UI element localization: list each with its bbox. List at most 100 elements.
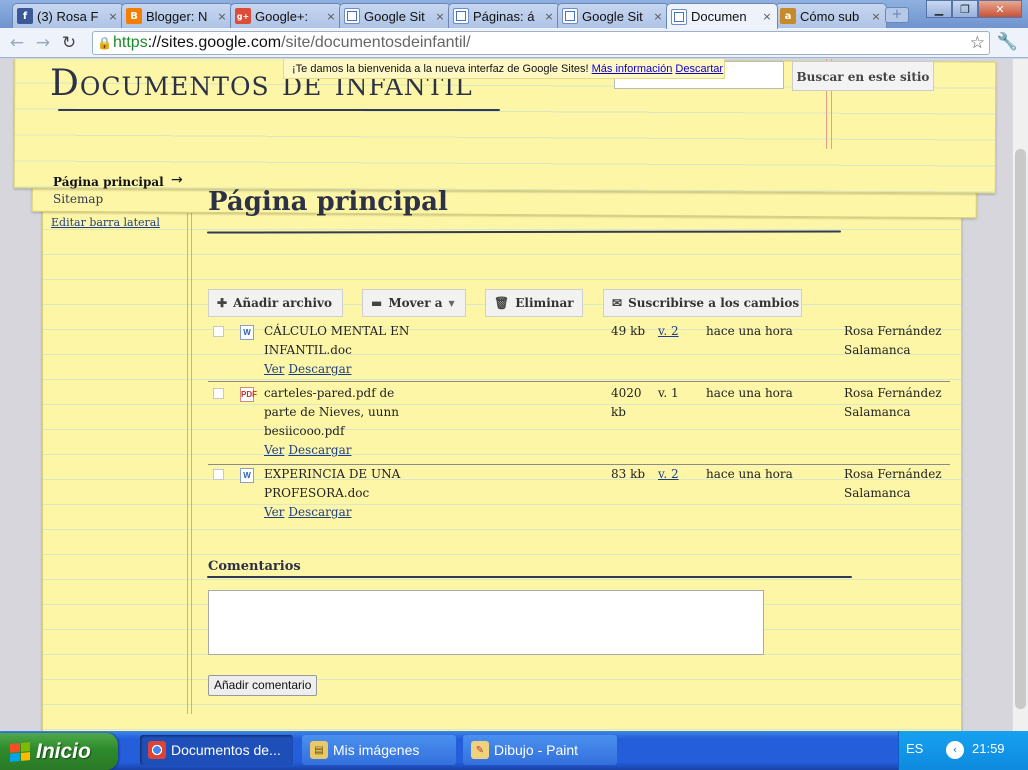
tab-label: Google Sit: [364, 8, 425, 24]
add-file-button[interactable]: ✚ Añadir archivo: [208, 289, 343, 317]
back-button[interactable]: ←: [4, 30, 30, 56]
tab-label: (3) Rosa F: [37, 8, 99, 24]
version-link[interactable]: v. 2: [658, 322, 679, 341]
more-info-link[interactable]: Más información: [592, 63, 673, 75]
taskbar-item-mis-imagenes[interactable]: ▤ Mis imágenes: [302, 735, 456, 765]
word-document-icon: W: [240, 325, 254, 340]
file-actions: Ver Descargar: [264, 441, 424, 460]
file-name[interactable]: CÁLCULO MENTAL EN INFANTIL.doc: [264, 322, 434, 360]
sidebar-item-label: Página principal: [53, 175, 164, 189]
vertical-scrollbar[interactable]: [1012, 59, 1028, 731]
tab-close-icon[interactable]: ×: [761, 10, 773, 23]
tab-google-plus[interactable]: g+ Google+: ×: [230, 3, 342, 28]
modified-time: hace una hora: [706, 467, 793, 481]
move-to-button[interactable]: ▬ Mover a ▼: [362, 289, 466, 317]
file-name-cell: EXPERINCIA DE UNA PROFESORA.doc Ver Desca…: [264, 465, 434, 522]
restore-icon: ❐: [960, 2, 970, 16]
chevron-down-icon: ▼: [448, 298, 455, 308]
view-link[interactable]: Ver: [264, 362, 284, 376]
close-icon: ✕: [995, 2, 1005, 16]
view-link[interactable]: Ver: [264, 443, 284, 457]
move-to-label: Mover a: [388, 296, 443, 310]
tab-documentos-active[interactable]: Documen ×: [666, 3, 778, 29]
comments-heading: Comentarios: [208, 559, 301, 574]
page-viewport: Documentos de infantil Buscar en este si…: [0, 59, 1012, 731]
view-link[interactable]: Ver: [264, 505, 284, 519]
language-indicator[interactable]: ES: [906, 741, 923, 756]
file-checkbox[interactable]: [213, 326, 224, 337]
site-search-button[interactable]: Buscar en este sitio: [792, 61, 934, 91]
download-link[interactable]: Descargar: [288, 443, 351, 457]
plus-icon: ✚: [217, 296, 228, 310]
welcome-notice-text: ¡Te damos la bienvenida a la nueva inter…: [292, 63, 589, 75]
file-author: Rosa Fernández Salamanca: [844, 324, 942, 357]
window-controls: ▁ ❐ ✕: [926, 0, 1022, 18]
pdf-document-icon: PDF: [240, 387, 257, 402]
comments-underline: [207, 576, 852, 578]
page-title: Página principal: [208, 187, 448, 217]
sidebar-item-sitemap[interactable]: Sitemap: [53, 192, 193, 209]
tab-close-icon[interactable]: ×: [870, 10, 882, 23]
add-comment-button[interactable]: Añadir comentario: [208, 675, 318, 696]
bookmark-star-icon[interactable]: ☆: [970, 33, 985, 53]
url-path: /site/documentosdeinfantil/: [281, 34, 471, 51]
file-size: 4020 kb: [611, 386, 642, 419]
forward-button[interactable]: →: [30, 30, 56, 56]
subscribe-button[interactable]: ✉ Suscribirse a los cambios: [603, 289, 802, 317]
version-link[interactable]: v. 2: [658, 465, 679, 484]
google-plus-icon: g+: [235, 8, 251, 24]
maximize-button[interactable]: ❐: [952, 0, 978, 18]
file-name-cell: carteles-pared.pdf de parte de Nieves, u…: [264, 384, 424, 460]
close-window-button[interactable]: ✕: [978, 0, 1022, 18]
scrollbar-thumb[interactable]: [1015, 149, 1026, 709]
notebook-margin-line: [187, 164, 192, 714]
download-link[interactable]: Descargar: [288, 362, 351, 376]
tab-como-subir[interactable]: a Cómo sub ×: [775, 3, 887, 28]
wrench-icon[interactable]: 🔧: [997, 32, 1018, 52]
file-name[interactable]: carteles-pared.pdf de parte de Nieves, u…: [264, 384, 424, 441]
address-bar[interactable]: 🔒 https://sites.google.com/site/document…: [92, 31, 990, 55]
delete-button[interactable]: 🗑 Eliminar: [485, 289, 583, 317]
tab-blogger[interactable]: B Blogger: N ×: [121, 3, 233, 28]
file-name-cell: CÁLCULO MENTAL EN INFANTIL.doc Ver Descar…: [264, 322, 434, 379]
minimize-button[interactable]: ▁: [926, 0, 952, 18]
tab-label: Google Sit: [582, 8, 643, 24]
tab-facebook[interactable]: f (3) Rosa F ×: [12, 3, 124, 28]
taskbar-item-chrome[interactable]: Documentos de...: [140, 735, 293, 765]
file-actions: Ver Descargar: [264, 503, 434, 522]
folder-icon: ▤: [310, 741, 328, 759]
taskbar-item-paint[interactable]: ✎ Dibujo - Paint: [463, 735, 617, 765]
blogger-icon: B: [126, 8, 142, 24]
file-checkbox[interactable]: [213, 388, 224, 399]
forward-arrow-icon: →: [35, 32, 51, 53]
tab-close-icon[interactable]: ×: [325, 10, 337, 23]
word-document-icon: W: [240, 468, 254, 483]
file-list: W CÁLCULO MENTAL EN INFANTIL.doc Ver Desc…: [208, 322, 950, 527]
edit-sidebar-link[interactable]: Editar barra lateral: [51, 216, 160, 229]
windows-logo-icon: [10, 741, 30, 762]
file-name[interactable]: EXPERINCIA DE UNA PROFESORA.doc: [264, 465, 434, 503]
tab-google-sites-2[interactable]: Google Sit ×: [557, 3, 669, 28]
download-link[interactable]: Descargar: [288, 505, 351, 519]
reload-button[interactable]: ↻: [56, 30, 82, 56]
current-page-arrow-icon: →: [171, 172, 183, 188]
new-tab-button[interactable]: +: [885, 7, 909, 23]
tab-close-icon[interactable]: ×: [434, 10, 446, 23]
tab-close-icon[interactable]: ×: [107, 10, 119, 23]
tab-label: Google+:: [255, 8, 309, 24]
tab-close-icon[interactable]: ×: [543, 10, 555, 23]
tab-paginas[interactable]: Páginas: á ×: [448, 3, 560, 28]
tab-google-sites-1[interactable]: Google Sit ×: [339, 3, 451, 28]
table-row: PDF carteles-pared.pdf de parte de Nieve…: [208, 384, 950, 465]
tab-close-icon[interactable]: ×: [216, 10, 228, 23]
clock: 21:59: [972, 741, 1005, 756]
tab-close-icon[interactable]: ×: [652, 10, 664, 23]
url-scheme: https: [113, 34, 148, 51]
file-checkbox[interactable]: [213, 469, 224, 480]
comment-textarea[interactable]: [208, 590, 764, 655]
reload-icon: ↻: [61, 32, 77, 53]
chevron-left-icon[interactable]: ‹: [946, 741, 964, 759]
start-button[interactable]: Inicio: [0, 733, 118, 770]
taskbar-item-label: Dibujo - Paint: [494, 742, 579, 758]
dismiss-link[interactable]: Descartar: [675, 63, 723, 75]
